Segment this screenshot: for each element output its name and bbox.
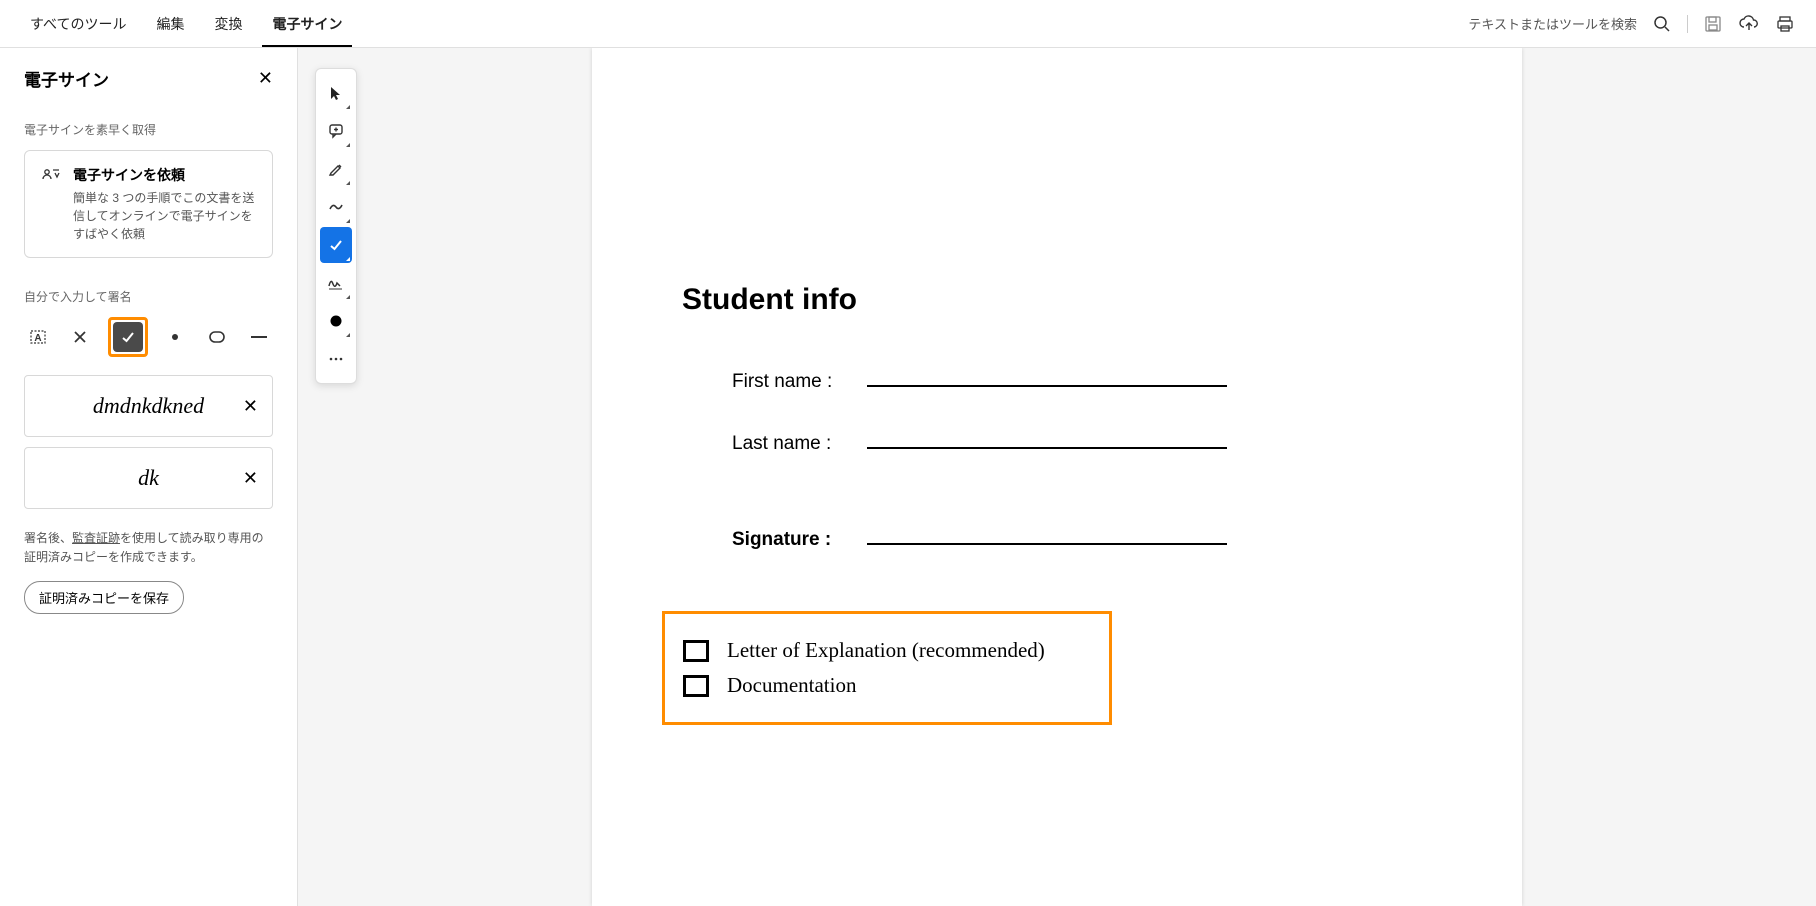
checkmark-tool[interactable] [320,227,352,263]
highlight-tool[interactable] [320,151,352,187]
doc-title: Student info [682,283,1432,317]
check-tool-highlight [108,317,148,357]
top-toolbar: すべてのツール 編集 変換 電子サイン テキストまたはツールを検索 [0,0,1816,48]
cross-tool[interactable] [66,322,94,352]
audit-trail-text: 署名後、監査証跡を使用して読み取り専用の証明済みコピーを作成できます。 [24,529,273,567]
first-name-label: First name : [732,371,867,393]
fill-sign-label: 自分で入力して署名 [24,288,273,305]
draw-tool[interactable] [320,189,352,225]
attachment-checklist-highlight: Letter of Explanation (recommended) Docu… [662,611,1112,725]
tab-esign[interactable]: 電子サイン [262,2,352,46]
signature-1-text: dmdnkdkned [93,393,204,419]
audit-trail-link[interactable]: 監査証跡 [72,531,120,545]
tab-edit[interactable]: 編集 [146,2,194,46]
checkbox-letter[interactable] [683,640,709,662]
request-signature-card[interactable]: 電子サインを依頼 簡単な 3 つの手順でこの文書を送信してオンラインで電子サイン… [24,150,273,258]
color-tool[interactable] [320,303,352,339]
last-name-line[interactable] [867,429,1227,449]
esign-panel: 電子サイン ✕ 電子サインを素早く取得 電子サインを依頼 簡単な 3 つの手順で… [0,48,298,906]
request-sign-icon [41,165,61,243]
signature-line[interactable] [867,525,1227,545]
check-tool[interactable] [113,322,143,352]
circle-tool[interactable] [203,322,231,352]
save-certified-copy-button[interactable]: 証明済みコピーを保存 [24,581,184,614]
more-tools[interactable] [320,341,352,377]
checkbox-letter-label: Letter of Explanation (recommended) [727,638,1045,663]
svg-text:A: A [34,333,41,344]
dot-tool[interactable] [162,322,190,352]
request-card-title: 電子サインを依頼 [73,165,256,185]
floating-annotation-toolbar [315,68,357,384]
comment-tool[interactable] [320,113,352,149]
tab-all-tools[interactable]: すべてのツール [20,2,136,46]
document-page: Student info First name : Last name : Si… [592,48,1522,906]
last-name-label: Last name : [732,433,867,455]
signature-2-text: dk [138,465,159,491]
request-card-desc: 簡単な 3 つの手順でこの文書を送信してオンラインで電子サインをすばやく依頼 [73,189,256,243]
tab-convert[interactable]: 変換 [204,2,252,46]
cursor-tool[interactable] [320,75,352,111]
checkbox-documentation-label: Documentation [727,673,856,698]
signature-1-delete[interactable]: ✕ [243,396,258,417]
cloud-upload-icon[interactable] [1738,13,1760,35]
checkbox-documentation[interactable] [683,675,709,697]
divider [1687,15,1688,33]
save-icon[interactable] [1702,13,1724,35]
search-label: テキストまたはツールを検索 [1468,14,1637,33]
line-tool[interactable] [245,322,273,352]
top-right-tools: テキストまたはツールを検索 [1468,13,1796,35]
first-name-line[interactable] [867,367,1227,387]
signature-1[interactable]: dmdnkdkned ✕ [24,375,273,437]
document-canvas[interactable]: Student info First name : Last name : Si… [298,48,1816,906]
close-panel-button[interactable]: ✕ [258,68,273,89]
signature-label: Signature : [732,529,867,551]
signature-tool[interactable] [320,265,352,301]
top-tabs: すべてのツール 編集 変換 電子サイン [20,2,352,46]
signature-2-delete[interactable]: ✕ [243,468,258,489]
text-tool[interactable]: A [24,322,52,352]
annotation-tool-row: A [24,317,273,357]
panel-title: 電子サイン [24,66,109,91]
signature-2[interactable]: dk ✕ [24,447,273,509]
print-icon[interactable] [1774,13,1796,35]
search-icon[interactable] [1651,13,1673,35]
quick-get-label: 電子サインを素早く取得 [24,121,273,138]
